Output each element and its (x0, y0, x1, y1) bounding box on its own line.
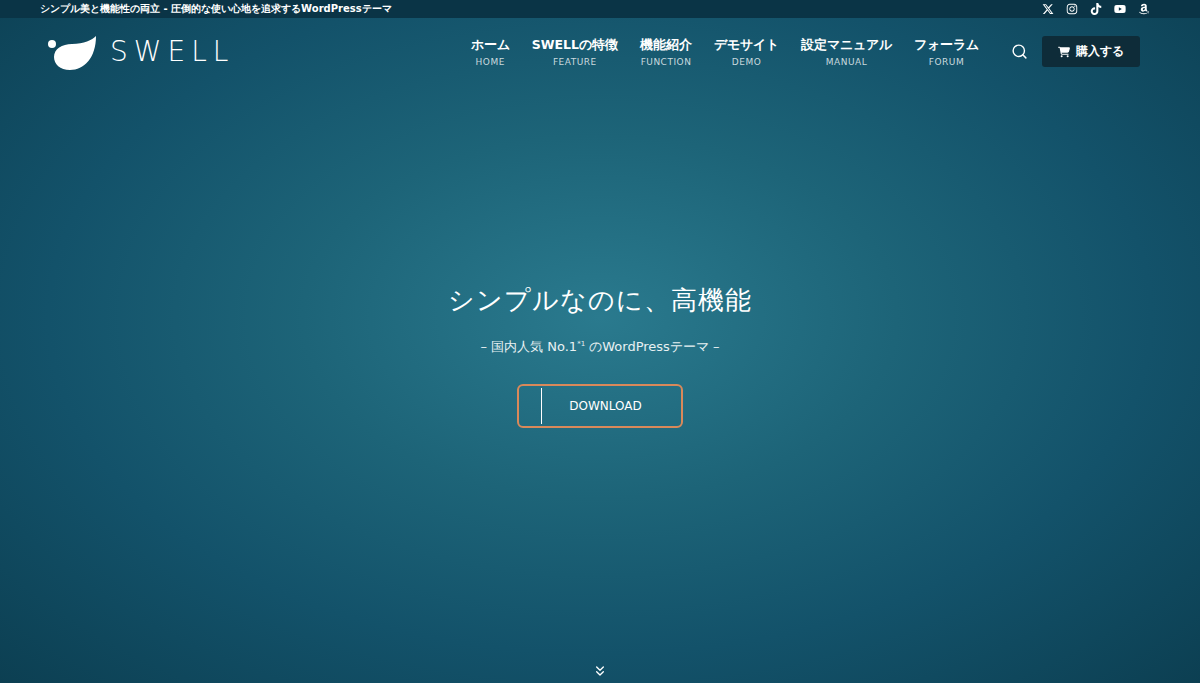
nav-item[interactable]: ホーム HOME (471, 37, 510, 67)
button-bar (541, 388, 542, 424)
nav-item[interactable]: SWELLの特徴 FEATURE (532, 37, 618, 67)
x-icon[interactable] (1042, 3, 1054, 15)
button-highlight: DOWNLOAD (517, 384, 683, 428)
nav-label[interactable]: 設定マニュアル (801, 37, 892, 54)
nav-label[interactable]: 機能紹介 (640, 37, 692, 54)
scroll-down-icon[interactable] (0, 663, 1200, 683)
nav-sub-label[interactable]: MANUAL (826, 57, 867, 67)
nav-item[interactable]: フォーラム FORUM (914, 37, 979, 67)
page: シンプル美と機能性の両立 - 圧倒的な使い心地を追求するWordPressテーマ… (0, 0, 1200, 683)
tagline: シンプル美と機能性の両立 - 圧倒的な使い心地を追求するWordPressテーマ (40, 2, 392, 16)
nav-item[interactable]: 機能紹介 FUNCTION (640, 37, 692, 67)
nav-sub-label[interactable]: HOME (476, 57, 505, 67)
header: SWELL ホーム HOME SWELLの特徴 FEATURE 機能紹介 FUNCTION デ… (0, 18, 1200, 85)
logo[interactable]: SWELL (46, 32, 234, 72)
hero-subtitle: – 国内人気 No.1*1 のWordPressテーマ – (481, 338, 720, 356)
purchase-button[interactable]: 購入する (1042, 36, 1140, 67)
top-bar: シンプル美と機能性の両立 - 圧倒的な使い心地を追求するWordPressテーマ (0, 0, 1200, 18)
main-nav: ホーム HOME SWELLの特徴 FEATURE 機能紹介 FUNCTION デモサイト D… (471, 37, 1028, 67)
youtube-icon[interactable] (1114, 3, 1126, 15)
social-links (1042, 3, 1150, 15)
nav-item[interactable]: 設定マニュアル MANUAL (801, 37, 892, 67)
tiktok-icon[interactable] (1090, 3, 1102, 15)
search-icon[interactable] (1011, 43, 1028, 60)
instagram-icon[interactable] (1066, 3, 1078, 15)
nav-sub-label[interactable]: FEATURE (553, 57, 597, 67)
footnote-mark: *1 (577, 340, 585, 348)
logo-drop-icon (46, 32, 98, 72)
nav-label[interactable]: SWELLの特徴 (532, 37, 618, 54)
nav-sub-label[interactable]: FUNCTION (641, 57, 692, 67)
cart-icon (1058, 46, 1070, 58)
nav-label[interactable]: デモサイト (714, 37, 779, 54)
hero-title: シンプルなのに、高機能 (448, 283, 752, 318)
amazon-icon[interactable] (1138, 3, 1150, 15)
nav-sub-label[interactable]: DEMO (732, 57, 761, 67)
download-label[interactable]: DOWNLOAD (542, 391, 679, 421)
nav-label[interactable]: ホーム (471, 37, 510, 54)
hero: SWELL ホーム HOME SWELLの特徴 FEATURE 機能紹介 FUNCTION デ… (0, 18, 1200, 683)
nav-item[interactable]: デモサイト DEMO (714, 37, 779, 67)
nav-label[interactable]: フォーラム (914, 37, 979, 54)
download-button[interactable]: DOWNLOAD (521, 388, 679, 424)
hero-content: シンプルなのに、高機能 – 国内人気 No.1*1 のWordPressテーマ –… (0, 85, 1200, 428)
nav-sub-label[interactable]: FORUM (929, 57, 964, 67)
logo-text[interactable]: SWELL (110, 35, 234, 68)
